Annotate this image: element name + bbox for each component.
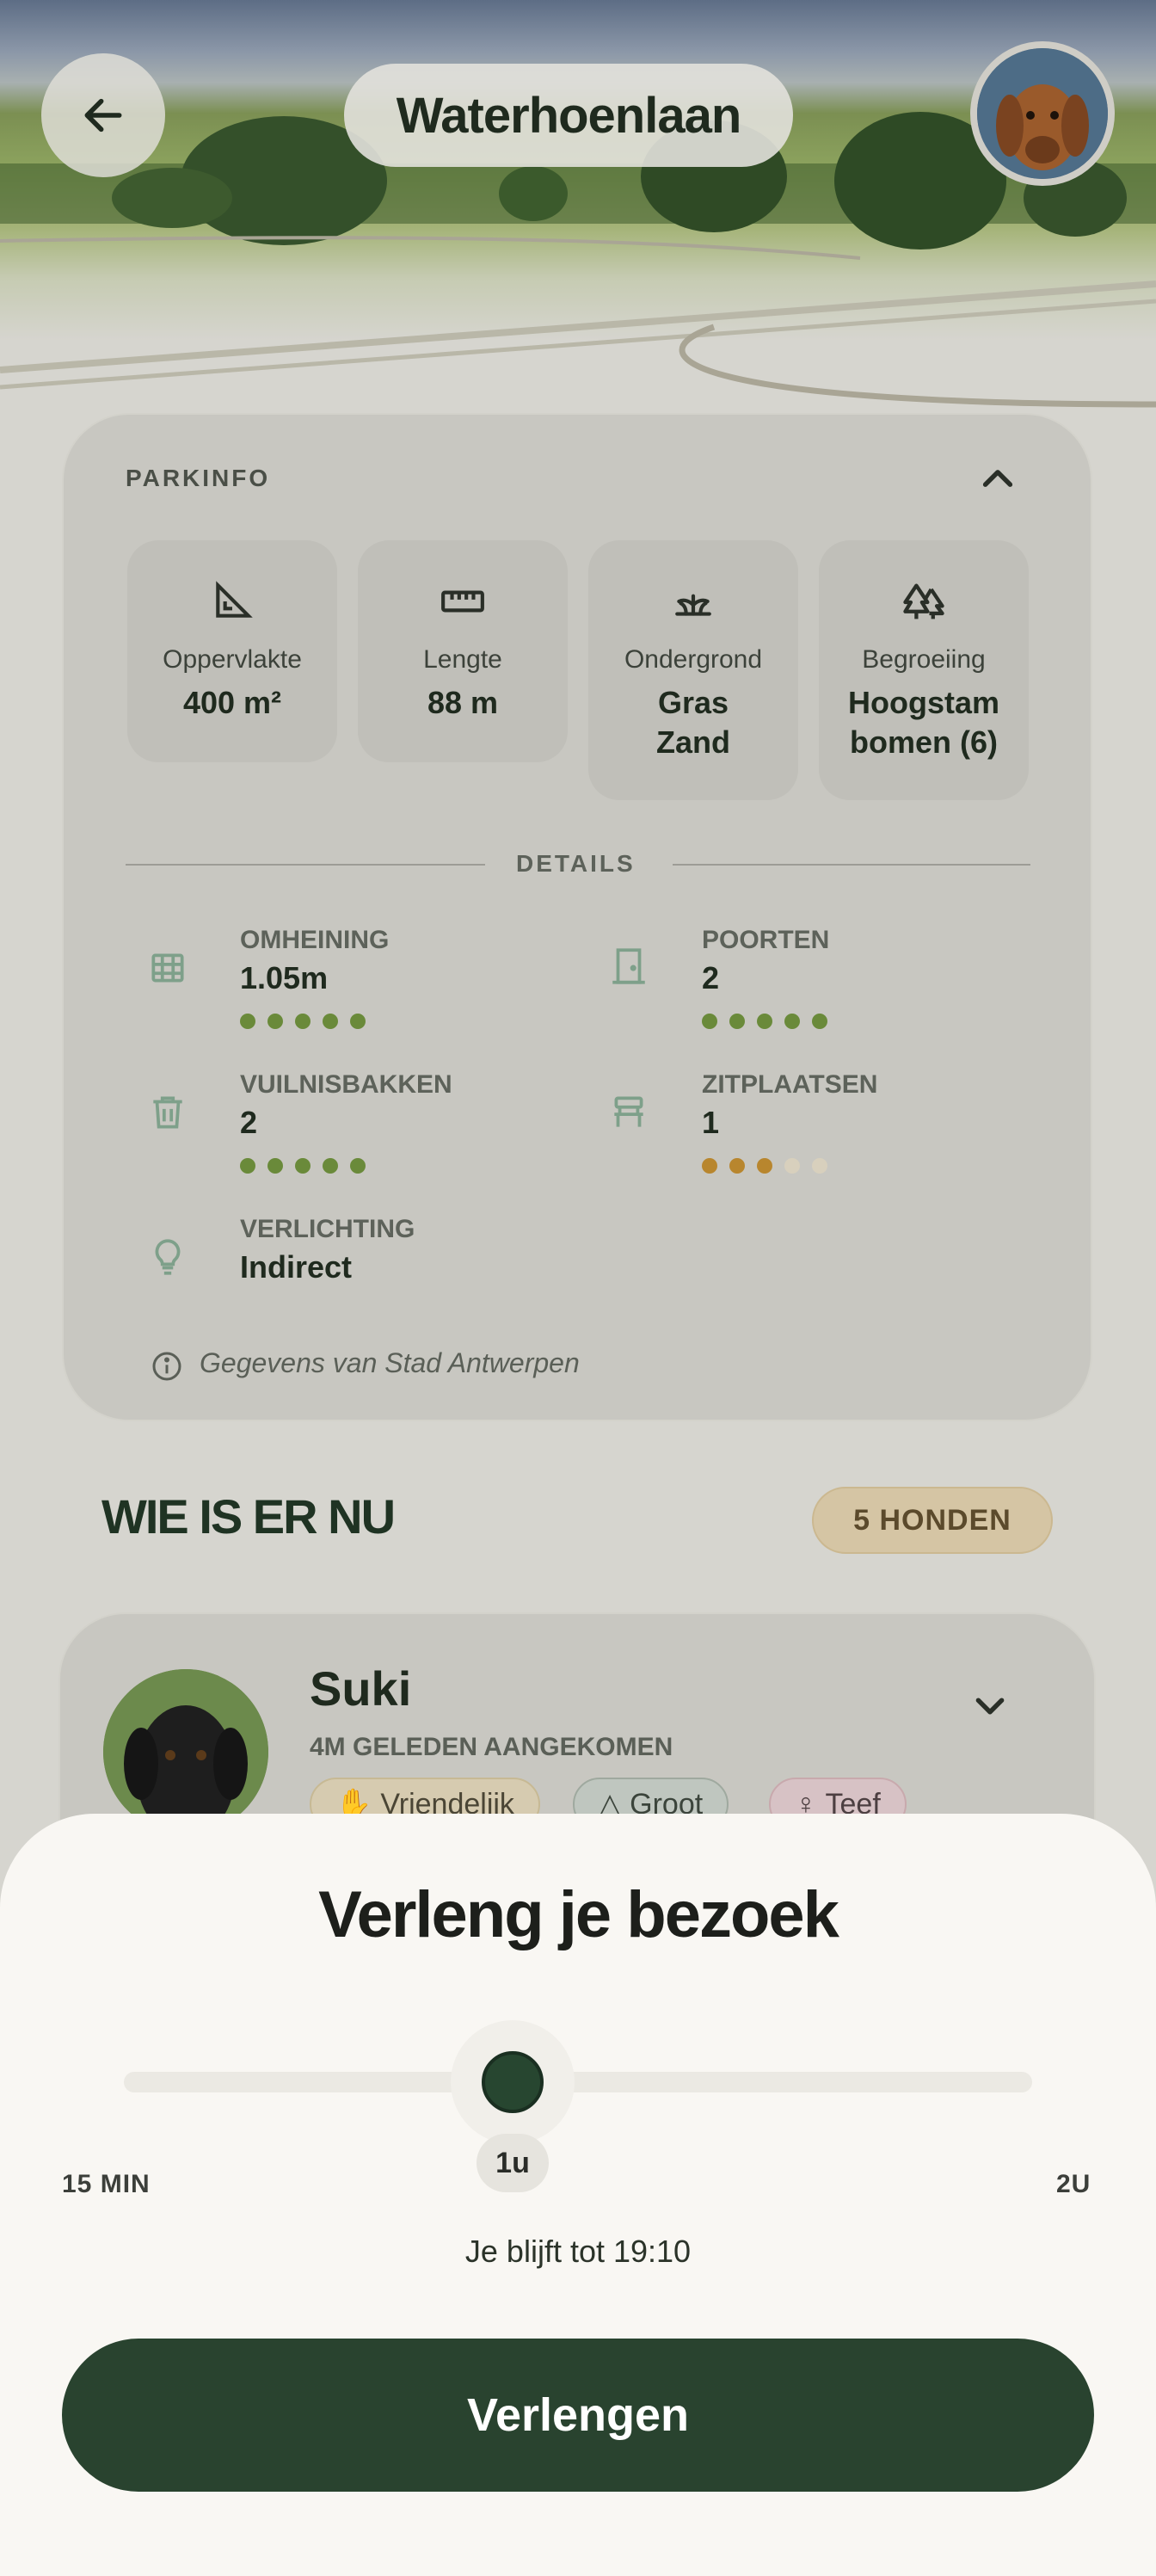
stay-until-text: Je blijft tot 19:10 (464, 2234, 692, 2269)
bins-value: 2 (240, 1105, 258, 1140)
divider-right (673, 864, 1030, 866)
dog-avatar (103, 1669, 268, 1834)
grass-icon (675, 594, 711, 616)
dog-photo-image (103, 1669, 268, 1834)
chevron-up-icon[interactable] (979, 463, 1017, 494)
dog-name: Suki (310, 1661, 412, 1716)
data-source-note: Gegevens van Stad Antwerpen (200, 1347, 580, 1378)
trees-icon (903, 583, 944, 619)
who-is-here-title: WIE IS ER NU (101, 1489, 396, 1544)
chevron-down-icon[interactable] (972, 1692, 1008, 1721)
stat-label: Begroeiing (862, 645, 986, 674)
divider-left (126, 864, 485, 866)
stat-tile-area: Oppervlakte 400 m² (127, 540, 337, 762)
fence-rating (240, 1014, 366, 1029)
ruler-icon (441, 590, 484, 613)
fence-label: OMHEINING (240, 926, 390, 954)
fence-icon (151, 953, 184, 983)
stat-tile-length: Lengte 88 m (358, 540, 568, 762)
stat-label: Oppervlakte (163, 645, 302, 674)
dog-arrival-time: 4M GELEDEN AANGEKOMEN (310, 1733, 673, 1761)
stat-tile-surface: Ondergrond Gras Zand (588, 540, 798, 800)
extend-button[interactable]: Verlengen (62, 2339, 1094, 2492)
user-avatar[interactable] (970, 41, 1115, 186)
stat-value: Gras Zand (656, 685, 730, 760)
lightbulb-icon (155, 1239, 181, 1275)
stat-tile-vegetation: Begroeiing Hoogstam bomen (6) (819, 540, 1029, 800)
sheet-title: Verleng je bezoek (318, 1878, 839, 1951)
gates-value: 2 (702, 960, 720, 995)
bench-icon (614, 1096, 643, 1127)
gates-label: POORTEN (702, 926, 830, 954)
back-button[interactable] (41, 53, 165, 177)
bins-rating (240, 1158, 366, 1174)
stat-value: 400 m² (182, 685, 282, 720)
lighting-label: VERLICHTING (240, 1215, 415, 1243)
seats-rating (702, 1158, 827, 1174)
lighting-value: Indirect (240, 1249, 353, 1285)
seats-label: ZITPLAATSEN (702, 1070, 878, 1099)
dog-portrait-image (977, 48, 1108, 179)
stat-label: Lengte (423, 645, 502, 674)
details-label: DETAILS (516, 850, 636, 877)
stat-label: Ondergrond (624, 645, 763, 674)
seats-value: 1 (702, 1105, 720, 1140)
stat-value: Hoogstam bomen (6) (847, 685, 999, 760)
info-icon (152, 1352, 181, 1381)
gates-rating (702, 1014, 827, 1029)
fence-value: 1.05m (240, 960, 329, 995)
slider-min-label: 15 MIN (62, 2170, 151, 2198)
slider-max-label: 2U (1056, 2170, 1091, 2198)
arrow-left-icon (84, 98, 122, 132)
dog-count-badge: 5 HONDEN (812, 1487, 1053, 1554)
door-icon (612, 948, 645, 984)
park-info-label: PARKINFO (126, 465, 271, 491)
trash-bin-icon (153, 1096, 182, 1129)
set-square-icon (216, 581, 253, 618)
bins-label: VUILNISBAKKEN (240, 1070, 452, 1099)
stat-value: 88 m (427, 685, 499, 720)
duration-slider-thumb[interactable] (482, 2051, 544, 2113)
page-title: Waterhoenlaan (344, 64, 793, 167)
duration-slider-track[interactable] (124, 2072, 1032, 2092)
slider-value-label: 1u (477, 2134, 549, 2192)
